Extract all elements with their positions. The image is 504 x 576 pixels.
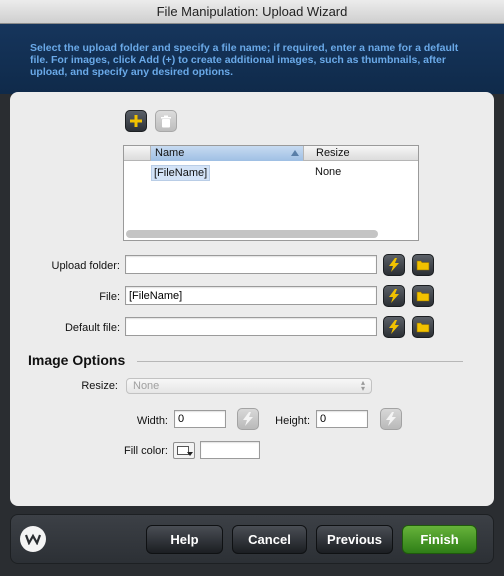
folder-icon <box>416 260 430 271</box>
table-row-resize-cell[interactable]: None <box>315 165 341 179</box>
delete-image-button[interactable] <box>155 110 177 132</box>
lightning-icon <box>243 412 253 426</box>
image-options-heading: Image Options <box>28 352 126 368</box>
folder-icon <box>416 291 430 302</box>
file-browse-button[interactable] <box>412 285 434 307</box>
fill-color-label: Fill color: <box>123 445 168 457</box>
file-label: File: <box>99 291 120 303</box>
folder-icon <box>416 322 430 333</box>
help-button[interactable]: Help <box>146 525 223 554</box>
lightning-icon <box>389 289 399 303</box>
window-title: File Manipulation: Upload Wizard <box>0 0 504 24</box>
instructions-text: Select the upload folder and specify a f… <box>30 42 459 78</box>
height-dynamic-button[interactable] <box>380 408 402 430</box>
fill-color-picker[interactable] <box>173 442 195 459</box>
horizontal-scrollbar[interactable] <box>126 230 378 238</box>
fill-color-input[interactable] <box>200 441 260 459</box>
lightning-icon <box>389 258 399 272</box>
upload-folder-browse-button[interactable] <box>412 254 434 276</box>
width-label: Width: <box>136 415 168 427</box>
select-arrows-icon: ▴ ▾ <box>360 378 365 393</box>
file-dynamic-button[interactable] <box>383 285 405 307</box>
previous-button[interactable]: Previous <box>316 525 393 554</box>
table-header: Name Resize <box>124 146 418 161</box>
trash-icon <box>161 115 171 127</box>
column-header-name[interactable]: Name <box>150 146 304 161</box>
app-logo-icon <box>20 526 46 552</box>
width-input[interactable] <box>174 410 226 428</box>
lightning-icon <box>389 320 399 334</box>
add-image-button[interactable] <box>125 110 147 132</box>
height-label: Height: <box>275 415 310 427</box>
default-file-label: Default file: <box>64 322 120 334</box>
lightning-icon <box>386 412 396 426</box>
upload-folder-input[interactable] <box>125 255 377 274</box>
column-header-resize[interactable]: Resize <box>316 146 350 161</box>
image-list-table[interactable]: Name Resize [FileName] None <box>123 145 419 241</box>
section-divider <box>137 361 463 362</box>
finish-button[interactable]: Finish <box>402 525 477 554</box>
upload-folder-label: Upload folder: <box>51 260 121 272</box>
plus-icon <box>130 115 142 127</box>
default-file-dynamic-button[interactable] <box>383 316 405 338</box>
dropdown-arrow-icon <box>187 452 193 456</box>
table-row-name-cell[interactable]: [FileName] <box>151 165 211 181</box>
height-input[interactable] <box>316 410 368 428</box>
default-file-input[interactable] <box>125 317 377 336</box>
upload-folder-dynamic-button[interactable] <box>383 254 405 276</box>
cancel-button[interactable]: Cancel <box>232 525 307 554</box>
default-file-browse-button[interactable] <box>412 316 434 338</box>
file-input[interactable] <box>125 286 377 305</box>
resize-label: Resize: <box>81 380 118 392</box>
width-dynamic-button[interactable] <box>237 408 259 430</box>
resize-select[interactable]: None ▴ ▾ <box>126 378 372 394</box>
sort-ascending-icon <box>291 150 299 156</box>
